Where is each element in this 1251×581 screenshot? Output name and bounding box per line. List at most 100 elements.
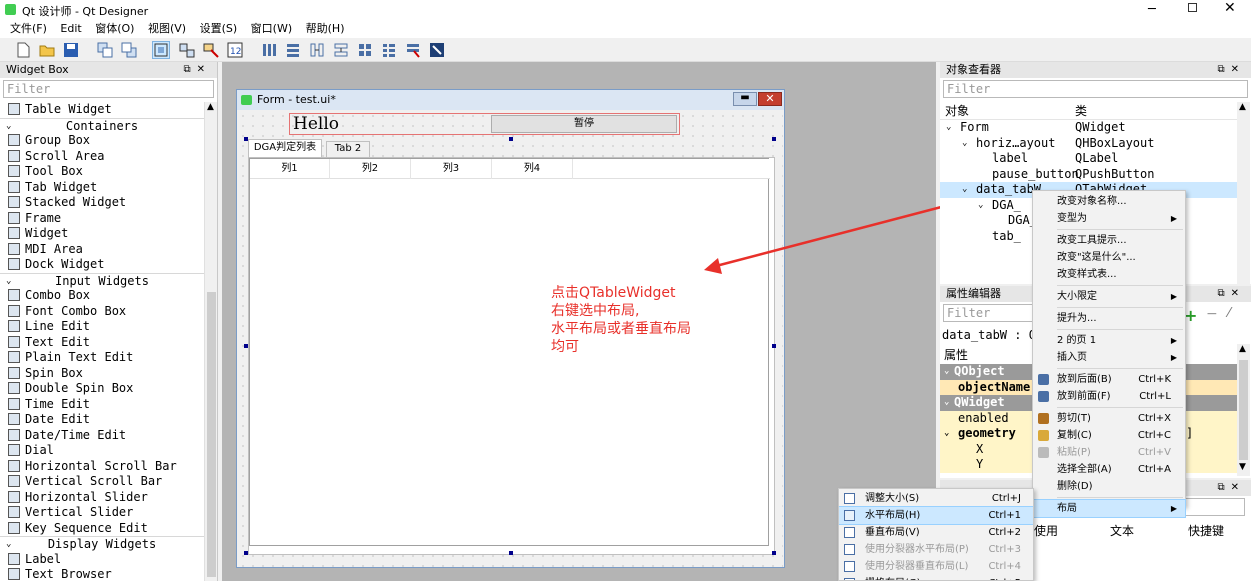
widget-item-table-widget[interactable]: Table Widget	[0, 102, 204, 118]
configure-icon[interactable]: ⁄	[1228, 306, 1230, 321]
expand-arrow-icon[interactable]: ⌄	[962, 136, 967, 152]
layout-horizontal-icon[interactable]	[260, 41, 278, 59]
menu-help[interactable]: 帮助(H)	[301, 20, 350, 38]
form-window[interactable]: Form - test.ui* ▬ ✕ Hello 暂停 DGA判定列表 Tab…	[236, 89, 785, 568]
column-header-1[interactable]: 列1	[250, 159, 330, 179]
expand-arrow-icon[interactable]: ⌄	[944, 395, 949, 411]
table-widget[interactable]: 列1 列2 列3 列4	[249, 158, 770, 546]
menu-form[interactable]: 窗体(O)	[90, 20, 139, 38]
menu-view[interactable]: 视图(V)	[143, 20, 191, 38]
selection-handle[interactable]	[244, 344, 248, 348]
selection-handle[interactable]	[244, 551, 248, 555]
scroll-up-icon[interactable]: ▲	[1239, 344, 1246, 354]
dock-float-close-icon[interactable]: ⧉✕	[1217, 480, 1245, 496]
widget-item-vertical-scroll-bar[interactable]: Vertical Scroll Bar	[0, 474, 204, 490]
menu-item-b[interactable]: 放到后面(B) Ctrl+K	[1033, 371, 1185, 388]
expand-arrow-icon[interactable]: ⌄	[944, 364, 949, 380]
remove-property-icon[interactable]: −	[1206, 306, 1218, 322]
menu-item-entry-0[interactable]: 改变对象名称...	[1033, 193, 1185, 210]
menu-item-entry-3[interactable]: 改变工具提示...	[1033, 232, 1185, 249]
minimize-icon[interactable]: ─	[1148, 2, 1156, 17]
maximize-icon[interactable]	[1188, 3, 1197, 12]
scroll-thumb[interactable]	[1239, 360, 1248, 460]
widget-item-group-box[interactable]: Group Box	[0, 133, 204, 149]
form-minimize-icon[interactable]: ▬	[733, 92, 757, 106]
widget-category-display-widgets[interactable]: ⌄ Display Widgets	[0, 536, 204, 552]
widget-item-label[interactable]: Label	[0, 552, 204, 568]
menu-item-v[interactable]: 垂直布局(V) Ctrl+2	[839, 524, 1033, 541]
form-close-icon[interactable]: ✕	[758, 92, 782, 106]
widget-box-filter[interactable]: Filter	[3, 80, 214, 98]
selection-handle[interactable]	[772, 551, 776, 555]
scroll-up-icon[interactable]: ▲	[207, 102, 214, 112]
widget-item-mdi-area[interactable]: MDI Area	[0, 242, 204, 258]
widget-item-dock-widget[interactable]: Dock Widget	[0, 257, 204, 273]
column-header-4[interactable]: 列4	[492, 159, 573, 179]
menu-item-t[interactable]: 剪切(T) Ctrl+X	[1033, 410, 1185, 427]
menu-item-entry-12[interactable]: 插入页 ▶	[1033, 349, 1185, 366]
edit-buddies-icon[interactable]	[202, 41, 220, 59]
property-scrollbar[interactable]: ▲ ▼	[1237, 344, 1250, 476]
menu-item-entry-1[interactable]: 变型为 ▶	[1033, 210, 1185, 227]
widget-item-plain-text-edit[interactable]: Plain Text Edit	[0, 350, 204, 366]
save-icon[interactable]	[62, 41, 80, 59]
layout-grid-icon[interactable]	[356, 41, 374, 59]
open-folder-icon[interactable]	[38, 41, 56, 59]
widget-item-tab-widget[interactable]: Tab Widget	[0, 180, 204, 196]
widget-category-containers[interactable]: ⌄ Containers	[0, 117, 204, 133]
layout-splitter-v-icon[interactable]	[332, 41, 350, 59]
selection-handle[interactable]	[244, 137, 248, 141]
menu-item-entry-23[interactable]: 布局 ▶	[1032, 499, 1186, 518]
dock-float-close-icon[interactable]: ⧉✕	[1217, 62, 1245, 78]
menu-item-d[interactable]: 删除(D)	[1033, 478, 1185, 495]
column-header-3[interactable]: 列3	[411, 159, 492, 179]
menu-window[interactable]: 窗口(W)	[246, 20, 297, 38]
selection-handle[interactable]	[772, 344, 776, 348]
expand-arrow-icon[interactable]: ⌄	[946, 120, 951, 136]
tab-2[interactable]: Tab 2	[326, 141, 370, 157]
widget-item-tool-box[interactable]: Tool Box	[0, 164, 204, 180]
menu-item-entry-4[interactable]: 改变"这是什么"...	[1033, 249, 1185, 266]
hello-label[interactable]: Hello	[293, 114, 339, 134]
widget-item-vertical-slider[interactable]: Vertical Slider	[0, 505, 204, 521]
menu-file[interactable]: 文件(F)	[5, 20, 52, 38]
widget-item-frame[interactable]: Frame	[0, 211, 204, 227]
selection-handle[interactable]	[509, 137, 513, 141]
widget-item-widget[interactable]: Widget	[0, 226, 204, 242]
widget-item-text-browser[interactable]: Text Browser	[0, 567, 204, 581]
column-header-2[interactable]: 列2	[330, 159, 411, 179]
scroll-thumb[interactable]	[207, 292, 216, 577]
widget-item-date-edit[interactable]: Date Edit	[0, 412, 204, 428]
selection-handle[interactable]	[772, 137, 776, 141]
scroll-up-icon[interactable]: ▲	[1239, 102, 1246, 112]
form-canvas[interactable]: Hello 暂停 DGA判定列表 Tab 2 列1 列2 列3 列4	[238, 111, 783, 567]
menu-item-s[interactable]: 调整大小(S) Ctrl+J	[839, 490, 1033, 507]
expand-arrow-icon[interactable]: ⌄	[978, 198, 983, 214]
expand-arrow-icon[interactable]: ⌄	[962, 182, 967, 198]
bring-front-icon[interactable]	[96, 41, 114, 59]
add-dynamic-property-icon[interactable]: +	[1184, 306, 1197, 325]
menu-item-entry-5[interactable]: 改变样式表...	[1033, 266, 1185, 283]
menu-item-c[interactable]: 复制(C) Ctrl+C	[1033, 427, 1185, 444]
object-tree-row[interactable]: pause_button QPushButton	[940, 167, 1237, 183]
widget-item-date-time-edit[interactable]: Date/Time Edit	[0, 428, 204, 444]
object-tree-row[interactable]: ⌄ horiz…ayout QHBoxLayout	[940, 136, 1237, 152]
edit-widgets-icon[interactable]	[152, 41, 170, 59]
scroll-down-icon[interactable]: ▼	[1239, 462, 1246, 472]
widget-item-combo-box[interactable]: Combo Box	[0, 288, 204, 304]
close-icon[interactable]: ✕	[1224, 0, 1236, 16]
edit-tab-order-icon[interactable]: 12	[226, 41, 244, 59]
expand-arrow-icon[interactable]: ⌄	[944, 426, 949, 442]
layout-form-icon[interactable]	[380, 41, 398, 59]
send-back-icon[interactable]	[120, 41, 138, 59]
tab-dga-list[interactable]: DGA判定列表	[248, 139, 322, 157]
widget-item-stacked-widget[interactable]: Stacked Widget	[0, 195, 204, 211]
menu-edit[interactable]: Edit	[55, 20, 86, 38]
menu-item-a[interactable]: 选择全部(A) Ctrl+A	[1033, 461, 1185, 478]
menu-settings[interactable]: 设置(S)	[195, 20, 243, 38]
selection-handle[interactable]	[509, 551, 513, 555]
object-tree-scrollbar[interactable]: ▲	[1237, 102, 1250, 284]
dock-float-close-icon[interactable]: ⧉✕	[183, 62, 211, 78]
widget-item-time-edit[interactable]: Time Edit	[0, 397, 204, 413]
widget-item-horizontal-slider[interactable]: Horizontal Slider	[0, 490, 204, 506]
